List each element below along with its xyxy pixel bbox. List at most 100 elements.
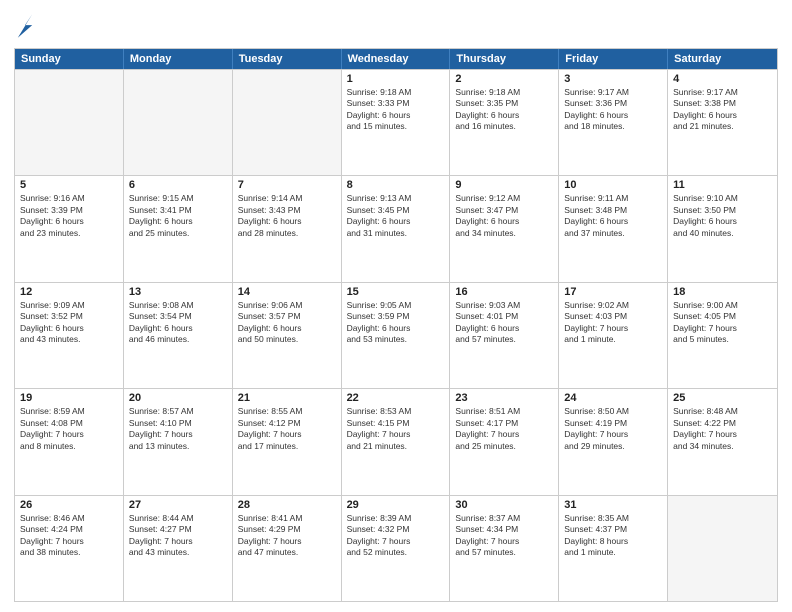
calendar-week-2: 5 Sunrise: 9:16 AMSunset: 3:39 PMDaylight… [15, 175, 777, 281]
day-info: Sunrise: 9:14 AMSunset: 3:43 PMDaylight:… [238, 193, 336, 239]
day-cell-12: 12 Sunrise: 9:09 AMSunset: 3:52 PMDayligh… [15, 283, 124, 388]
day-cell-8: 8 Sunrise: 9:13 AMSunset: 3:45 PMDaylight… [342, 176, 451, 281]
calendar-week-3: 12 Sunrise: 9:09 AMSunset: 3:52 PMDayligh… [15, 282, 777, 388]
header-day-friday: Friday [559, 49, 668, 69]
header-day-tuesday: Tuesday [233, 49, 342, 69]
day-info: Sunrise: 8:37 AMSunset: 4:34 PMDaylight:… [455, 513, 553, 559]
day-number: 16 [455, 286, 553, 298]
day-cell-14: 14 Sunrise: 9:06 AMSunset: 3:57 PMDayligh… [233, 283, 342, 388]
day-number: 14 [238, 286, 336, 298]
day-info: Sunrise: 9:12 AMSunset: 3:47 PMDaylight:… [455, 193, 553, 239]
day-info: Sunrise: 8:57 AMSunset: 4:10 PMDaylight:… [129, 406, 227, 452]
day-number: 27 [129, 499, 227, 511]
day-number: 13 [129, 286, 227, 298]
day-number: 26 [20, 499, 118, 511]
day-info: Sunrise: 9:08 AMSunset: 3:54 PMDaylight:… [129, 300, 227, 346]
day-cell-21: 21 Sunrise: 8:55 AMSunset: 4:12 PMDayligh… [233, 389, 342, 494]
header-day-monday: Monday [124, 49, 233, 69]
day-cell-11: 11 Sunrise: 9:10 AMSunset: 3:50 PMDayligh… [668, 176, 777, 281]
day-number: 10 [564, 179, 662, 191]
header-day-thursday: Thursday [450, 49, 559, 69]
day-cell-31: 31 Sunrise: 8:35 AMSunset: 4:37 PMDayligh… [559, 496, 668, 601]
day-cell-10: 10 Sunrise: 9:11 AMSunset: 3:48 PMDayligh… [559, 176, 668, 281]
day-info: Sunrise: 9:02 AMSunset: 4:03 PMDaylight:… [564, 300, 662, 346]
day-cell-20: 20 Sunrise: 8:57 AMSunset: 4:10 PMDayligh… [124, 389, 233, 494]
day-number: 8 [347, 179, 445, 191]
day-number: 23 [455, 392, 553, 404]
day-info: Sunrise: 9:17 AMSunset: 3:36 PMDaylight:… [564, 87, 662, 133]
day-cell-18: 18Sunrise: 9:00 AMSunset: 4:05 PMDayligh… [668, 283, 777, 388]
day-info: Sunrise: 9:18 AMSunset: 3:35 PMDaylight:… [455, 87, 553, 133]
day-number: 5 [20, 179, 118, 191]
day-info: Sunrise: 9:03 AMSunset: 4:01 PMDaylight:… [455, 300, 553, 346]
day-info: Sunrise: 9:06 AMSunset: 3:57 PMDaylight:… [238, 300, 336, 346]
day-number: 24 [564, 392, 662, 404]
day-number: 31 [564, 499, 662, 511]
day-number: 1 [347, 73, 445, 85]
day-number: 22 [347, 392, 445, 404]
day-cell-29: 29 Sunrise: 8:39 AMSunset: 4:32 PMDayligh… [342, 496, 451, 601]
day-number: 12 [20, 286, 118, 298]
header [14, 12, 778, 40]
empty-cell [668, 496, 777, 601]
day-info: Sunrise: 8:39 AMSunset: 4:32 PMDaylight:… [347, 513, 445, 559]
day-number: 20 [129, 392, 227, 404]
header-day-saturday: Saturday [668, 49, 777, 69]
day-info: Sunrise: 9:09 AMSunset: 3:52 PMDaylight:… [20, 300, 118, 346]
day-cell-17: 17 Sunrise: 9:02 AMSunset: 4:03 PMDayligh… [559, 283, 668, 388]
day-cell-7: 7 Sunrise: 9:14 AMSunset: 3:43 PMDaylight… [233, 176, 342, 281]
day-number: 30 [455, 499, 553, 511]
empty-cell [124, 70, 233, 175]
empty-cell [15, 70, 124, 175]
calendar-header: SundayMondayTuesdayWednesdayThursdayFrid… [15, 49, 777, 69]
empty-cell [233, 70, 342, 175]
day-info: Sunrise: 9:13 AMSunset: 3:45 PMDaylight:… [347, 193, 445, 239]
day-info: Sunrise: 8:53 AMSunset: 4:15 PMDaylight:… [347, 406, 445, 452]
day-info: Sunrise: 8:46 AMSunset: 4:24 PMDaylight:… [20, 513, 118, 559]
day-info: Sunrise: 9:05 AMSunset: 3:59 PMDaylight:… [347, 300, 445, 346]
day-number: 9 [455, 179, 553, 191]
day-number: 29 [347, 499, 445, 511]
day-info: Sunrise: 9:18 AMSunset: 3:33 PMDaylight:… [347, 87, 445, 133]
day-cell-9: 9 Sunrise: 9:12 AMSunset: 3:47 PMDaylight… [450, 176, 559, 281]
day-number: 17 [564, 286, 662, 298]
day-info: Sunrise: 8:48 AMSunset: 4:22 PMDaylight:… [673, 406, 772, 452]
day-number: 19 [20, 392, 118, 404]
calendar: SundayMondayTuesdayWednesdayThursdayFrid… [14, 48, 778, 602]
day-info: Sunrise: 8:59 AMSunset: 4:08 PMDaylight:… [20, 406, 118, 452]
calendar-week-1: 1 Sunrise: 9:18 AMSunset: 3:33 PMDaylight… [15, 69, 777, 175]
calendar-body: 1 Sunrise: 9:18 AMSunset: 3:33 PMDaylight… [15, 69, 777, 601]
day-cell-6: 6Sunrise: 9:15 AMSunset: 3:41 PMDaylight… [124, 176, 233, 281]
day-cell-30: 30 Sunrise: 8:37 AMSunset: 4:34 PMDayligh… [450, 496, 559, 601]
day-info: Sunrise: 9:16 AMSunset: 3:39 PMDaylight:… [20, 193, 118, 239]
day-cell-3: 3 Sunrise: 9:17 AMSunset: 3:36 PMDaylight… [559, 70, 668, 175]
day-cell-15: 15Sunrise: 9:05 AMSunset: 3:59 PMDayligh… [342, 283, 451, 388]
page: SundayMondayTuesdayWednesdayThursdayFrid… [0, 0, 792, 612]
day-number: 21 [238, 392, 336, 404]
logo [14, 12, 36, 40]
day-cell-4: 4Sunrise: 9:17 AMSunset: 3:38 PMDaylight… [668, 70, 777, 175]
day-number: 7 [238, 179, 336, 191]
day-number: 28 [238, 499, 336, 511]
day-number: 25 [673, 392, 772, 404]
day-number: 11 [673, 179, 772, 191]
day-cell-2: 2 Sunrise: 9:18 AMSunset: 3:35 PMDaylight… [450, 70, 559, 175]
day-info: Sunrise: 8:55 AMSunset: 4:12 PMDaylight:… [238, 406, 336, 452]
day-number: 4 [673, 73, 772, 85]
day-info: Sunrise: 9:10 AMSunset: 3:50 PMDaylight:… [673, 193, 772, 239]
day-number: 3 [564, 73, 662, 85]
header-day-sunday: Sunday [15, 49, 124, 69]
day-number: 2 [455, 73, 553, 85]
day-cell-16: 16 Sunrise: 9:03 AMSunset: 4:01 PMDayligh… [450, 283, 559, 388]
day-cell-26: 26 Sunrise: 8:46 AMSunset: 4:24 PMDayligh… [15, 496, 124, 601]
calendar-week-4: 19 Sunrise: 8:59 AMSunset: 4:08 PMDayligh… [15, 388, 777, 494]
day-cell-28: 28 Sunrise: 8:41 AMSunset: 4:29 PMDayligh… [233, 496, 342, 601]
day-cell-25: 25 Sunrise: 8:48 AMSunset: 4:22 PMDayligh… [668, 389, 777, 494]
day-cell-1: 1 Sunrise: 9:18 AMSunset: 3:33 PMDaylight… [342, 70, 451, 175]
day-cell-5: 5 Sunrise: 9:16 AMSunset: 3:39 PMDaylight… [15, 176, 124, 281]
calendar-week-5: 26 Sunrise: 8:46 AMSunset: 4:24 PMDayligh… [15, 495, 777, 601]
day-info: Sunrise: 8:41 AMSunset: 4:29 PMDaylight:… [238, 513, 336, 559]
day-info: Sunrise: 9:11 AMSunset: 3:48 PMDaylight:… [564, 193, 662, 239]
day-info: Sunrise: 8:51 AMSunset: 4:17 PMDaylight:… [455, 406, 553, 452]
day-info: Sunrise: 8:35 AMSunset: 4:37 PMDaylight:… [564, 513, 662, 559]
